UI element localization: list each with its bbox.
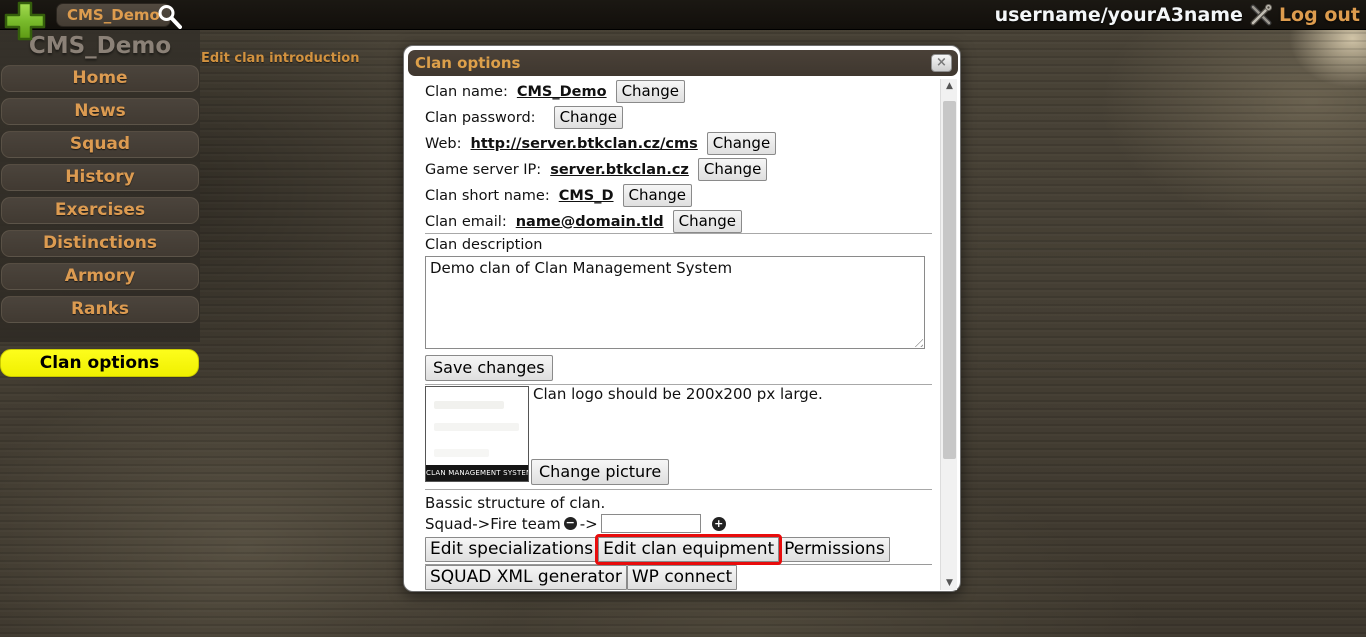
change-picture-wrap: Change picture	[531, 459, 669, 485]
remove-level-icon[interactable]: −	[564, 517, 577, 530]
clan-email-value: name@domain.tld	[516, 214, 664, 230]
dialog-title: Clan options	[415, 54, 520, 72]
wp-connect-button[interactable]: WP connect	[627, 565, 737, 590]
logout-link[interactable]: Log out	[1279, 4, 1360, 26]
topbar-right: username/yourA3name Log out	[995, 0, 1360, 30]
add-clan-icon[interactable]	[2, 0, 48, 42]
change-clan-short-name-button[interactable]: Change	[623, 184, 692, 207]
top-bar: CMS_Demo username/yourA3name Log out	[0, 0, 1366, 30]
edit-clan-equipment-button[interactable]: Edit clan equipment	[598, 537, 779, 562]
scrollbar-thumb[interactable]	[943, 101, 956, 459]
web-value: http://server.btkclan.cz/cms	[471, 136, 698, 152]
game-server-ip-value: server.btkclan.cz	[550, 162, 689, 178]
dialog-scrollbar[interactable]: ▲ ▼	[940, 79, 957, 590]
structure-label: Squad->Fire team	[425, 515, 561, 533]
dialog-buttons-row2: SQUAD XML generator WP connect	[425, 565, 737, 590]
clan-description-label: Clan description	[425, 237, 542, 253]
sidebar: CMS_Demo Home News Squad History Exercis…	[0, 30, 200, 342]
sidebar-item-exercises[interactable]: Exercises	[1, 197, 199, 224]
new-structure-level-input[interactable]	[601, 514, 701, 533]
dialog-titlebar: Clan options ×	[408, 50, 958, 76]
logo-ghost-line	[434, 401, 504, 409]
save-changes-button[interactable]: Save changes	[425, 355, 553, 381]
search-icon[interactable]	[156, 3, 182, 29]
web-label: Web:	[425, 136, 462, 152]
logo-ghost-line	[434, 449, 489, 457]
clan-email-row: Clan email: name@domain.tld Change	[425, 210, 742, 233]
clan-logo-image: CLAN MANAGEMENT SYSTEM	[425, 386, 529, 482]
sidebar-item-news[interactable]: News	[1, 98, 199, 125]
clan-description-textarea[interactable]: Demo clan of Clan Management System	[425, 256, 925, 349]
clan-email-label: Clan email:	[425, 214, 507, 230]
change-web-button[interactable]: Change	[707, 132, 776, 155]
structure-heading: Bassic structure of clan.	[425, 494, 605, 512]
page: CMS_Demo username/yourA3name Log out CMS…	[0, 0, 1366, 637]
dialog-buttons-row1: Edit specializations Edit clan equipment…	[425, 537, 890, 562]
sidebar-item-home[interactable]: Home	[1, 65, 199, 92]
sidebar-item-history[interactable]: History	[1, 164, 199, 191]
change-picture-button[interactable]: Change picture	[531, 459, 669, 485]
structure-arrow: ->	[580, 515, 598, 533]
permissions-button[interactable]: Permissions	[779, 537, 890, 562]
scroll-down-icon[interactable]: ▼	[941, 576, 958, 590]
edit-clan-introduction-link[interactable]: Edit clan introduction	[201, 51, 360, 66]
clan-password-label: Clan password:	[425, 110, 536, 126]
logo-strip-text: CLAN MANAGEMENT SYSTEM	[426, 465, 528, 481]
username-label: username/yourA3name	[995, 4, 1243, 26]
change-clan-name-button[interactable]: Change	[616, 80, 685, 103]
clan-password-row: Clan password: Change	[425, 106, 623, 129]
change-clan-email-button[interactable]: Change	[673, 210, 742, 233]
squad-xml-generator-button[interactable]: SQUAD XML generator	[425, 565, 627, 590]
clan-name-label: Clan name:	[425, 84, 508, 100]
clan-short-name-value: CMS_D	[559, 188, 614, 204]
scroll-up-icon[interactable]: ▲	[941, 79, 958, 93]
divider	[425, 489, 932, 490]
game-server-ip-row: Game server IP: server.btkclan.cz Change	[425, 158, 767, 181]
change-game-server-ip-button[interactable]: Change	[698, 158, 767, 181]
change-clan-password-button[interactable]: Change	[554, 106, 623, 129]
logo-size-hint: Clan logo should be 200x200 px large.	[533, 385, 823, 403]
clan-options-dialog: Clan options × Clan name: CMS_Demo Chang…	[403, 45, 961, 592]
sidebar-item-distinctions[interactable]: Distinctions	[1, 230, 199, 257]
edit-specializations-button[interactable]: Edit specializations	[425, 537, 598, 562]
web-row: Web: http://server.btkclan.cz/cms Change	[425, 132, 776, 155]
clan-name-row: Clan name: CMS_Demo Change	[425, 80, 685, 103]
logo-ghost-line	[434, 423, 519, 431]
structure-row: Squad->Fire team − -> +	[425, 513, 726, 534]
sidebar-item-squad[interactable]: Squad	[1, 131, 199, 158]
clan-short-name-label: Clan short name:	[425, 188, 550, 204]
sidebar-item-armory[interactable]: Armory	[1, 263, 199, 290]
add-level-icon[interactable]: +	[712, 517, 726, 531]
clan-name-value: CMS_Demo	[517, 84, 607, 100]
tools-icon[interactable]	[1249, 3, 1273, 27]
sidebar-item-clan-options-active[interactable]: Clan options	[0, 349, 199, 377]
game-server-ip-label: Game server IP:	[425, 162, 541, 178]
clan-name-chip[interactable]: CMS_Demo	[56, 3, 171, 27]
save-changes-wrap: Save changes	[425, 355, 553, 381]
close-icon[interactable]: ×	[931, 54, 952, 72]
divider	[425, 233, 932, 234]
sidebar-item-ranks[interactable]: Ranks	[1, 296, 199, 323]
clan-short-name-row: Clan short name: CMS_D Change	[425, 184, 692, 207]
